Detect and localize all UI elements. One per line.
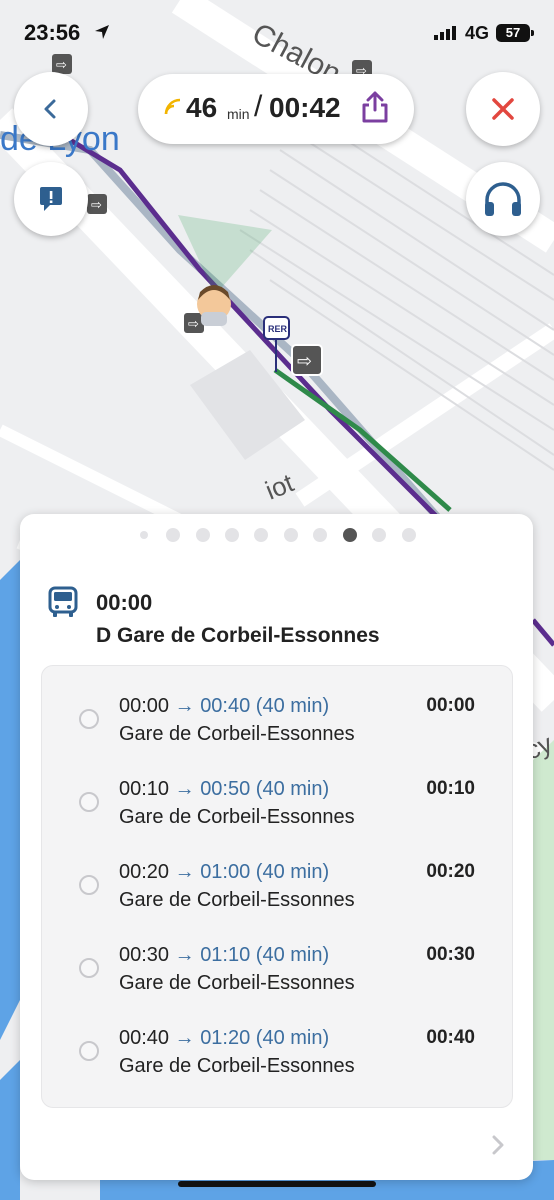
report-icon: [40, 187, 62, 211]
page-dot[interactable]: [313, 528, 327, 542]
battery-icon: 57: [496, 24, 534, 42]
svg-text:RER: RER: [268, 324, 288, 334]
depart-time: 00:00: [119, 695, 170, 717]
exit-icon: ⇨: [291, 344, 323, 376]
location-arrow-icon: [95, 25, 109, 39]
arrow-icon: →: [174, 861, 195, 883]
page-dot[interactable]: [284, 528, 298, 542]
arrow-icon: →: [174, 778, 195, 800]
share-icon[interactable]: [360, 90, 390, 124]
chevron-left-icon: [44, 99, 56, 119]
svg-text:⇨: ⇨: [91, 198, 102, 213]
platform-time: 00:10: [426, 778, 475, 799]
arrow-icon: →: [174, 695, 195, 717]
page-indicator[interactable]: [20, 528, 533, 542]
exit-icon: ⇨: [184, 313, 204, 333]
status-bar: 23:56 4G 57: [0, 0, 554, 60]
departure-row[interactable]: 00:30 → 01:10 (40 min) Gare de Corbeil-E…: [42, 931, 512, 1001]
arrive-time: 01:00 (40 min): [200, 861, 330, 883]
arrow-icon: →: [174, 944, 195, 966]
network-type: 4G: [465, 23, 490, 43]
clock: 23:56: [24, 20, 81, 45]
page-dot[interactable]: [372, 528, 386, 542]
svg-text:⇨: ⇨: [297, 351, 312, 372]
page-dot[interactable]: [402, 528, 416, 542]
exit-icon: ⇨: [87, 194, 107, 214]
svg-text:⇨: ⇨: [56, 58, 67, 73]
page-dot[interactable]: [225, 528, 239, 542]
duration-unit: min: [227, 106, 250, 122]
depart-time: 00:20: [119, 861, 170, 883]
home-indicator[interactable]: [178, 1181, 376, 1187]
separator: /: [254, 90, 263, 123]
depart-time: 00:30: [119, 944, 170, 966]
page-dot[interactable]: [140, 531, 148, 539]
page-dot[interactable]: [166, 528, 180, 542]
close-icon: [492, 98, 514, 120]
svg-text:⇨: ⇨: [188, 317, 199, 332]
platform-time: 00:40: [426, 1027, 475, 1048]
trip-summary-pill[interactable]: 46 min / 00:42: [138, 74, 414, 144]
stop-name: Gare de Corbeil-Essonnes: [119, 806, 355, 828]
platform-time: 00:30: [426, 944, 475, 965]
departure-row[interactable]: 00:00 → 00:40 (40 min) Gare de Corbeil-E…: [42, 682, 512, 752]
realtime-icon: [164, 98, 181, 115]
platform-time: 00:20: [426, 861, 475, 882]
arrive-time: 01:20 (40 min): [200, 1027, 330, 1049]
arrive-time: 00:40 (40 min): [200, 695, 330, 717]
back-button[interactable]: [14, 72, 88, 146]
arrive-time: 00:50 (40 min): [200, 778, 330, 800]
headphones-icon: [485, 182, 521, 216]
audio-button[interactable]: [466, 162, 540, 236]
depart-time: 00:10: [119, 778, 170, 800]
stop-name: Gare de Corbeil-Essonnes: [119, 972, 355, 994]
departures-panel: 00:00 D Gare de Corbeil-Essonnes 00:00 →…: [20, 514, 533, 1180]
departure-row[interactable]: 00:40 → 01:20 (40 min) Gare de Corbeil-E…: [42, 1014, 512, 1084]
page-dot[interactable]: [196, 528, 210, 542]
radio-button[interactable]: [79, 958, 99, 978]
selected-departure-time: 00:00: [96, 590, 153, 615]
radio-button[interactable]: [79, 709, 99, 729]
page-dot[interactable]: [254, 528, 268, 542]
report-button[interactable]: [14, 162, 88, 236]
platform-time: 00:00: [426, 695, 475, 716]
radio-button[interactable]: [79, 875, 99, 895]
trip-duration: 46: [186, 92, 218, 123]
departure-row[interactable]: 00:20 → 01:00 (40 min) Gare de Corbeil-E…: [42, 848, 512, 918]
signal-icon: [434, 26, 456, 40]
chevron-right-icon[interactable]: [490, 1134, 506, 1156]
departure-list: 00:00 → 00:40 (40 min) Gare de Corbeil-E…: [41, 665, 513, 1108]
depart-time: 00:40: [119, 1027, 170, 1049]
bus-icon: [48, 586, 78, 617]
stop-name: Gare de Corbeil-Essonnes: [119, 1055, 355, 1077]
arrival-time: 00:42: [269, 92, 341, 123]
arrive-time: 01:10 (40 min): [200, 944, 330, 966]
stop-name: Gare de Corbeil-Essonnes: [119, 723, 355, 745]
radio-button[interactable]: [79, 1041, 99, 1061]
radio-button[interactable]: [79, 792, 99, 812]
page-dot-active[interactable]: [343, 528, 357, 542]
arrow-icon: →: [174, 1027, 195, 1049]
destination-title: D Gare de Corbeil-Essonnes: [96, 624, 380, 647]
close-button[interactable]: [466, 72, 540, 146]
stop-name: Gare de Corbeil-Essonnes: [119, 889, 355, 911]
departure-row[interactable]: 00:10 → 00:50 (40 min) Gare de Corbeil-E…: [42, 765, 512, 835]
